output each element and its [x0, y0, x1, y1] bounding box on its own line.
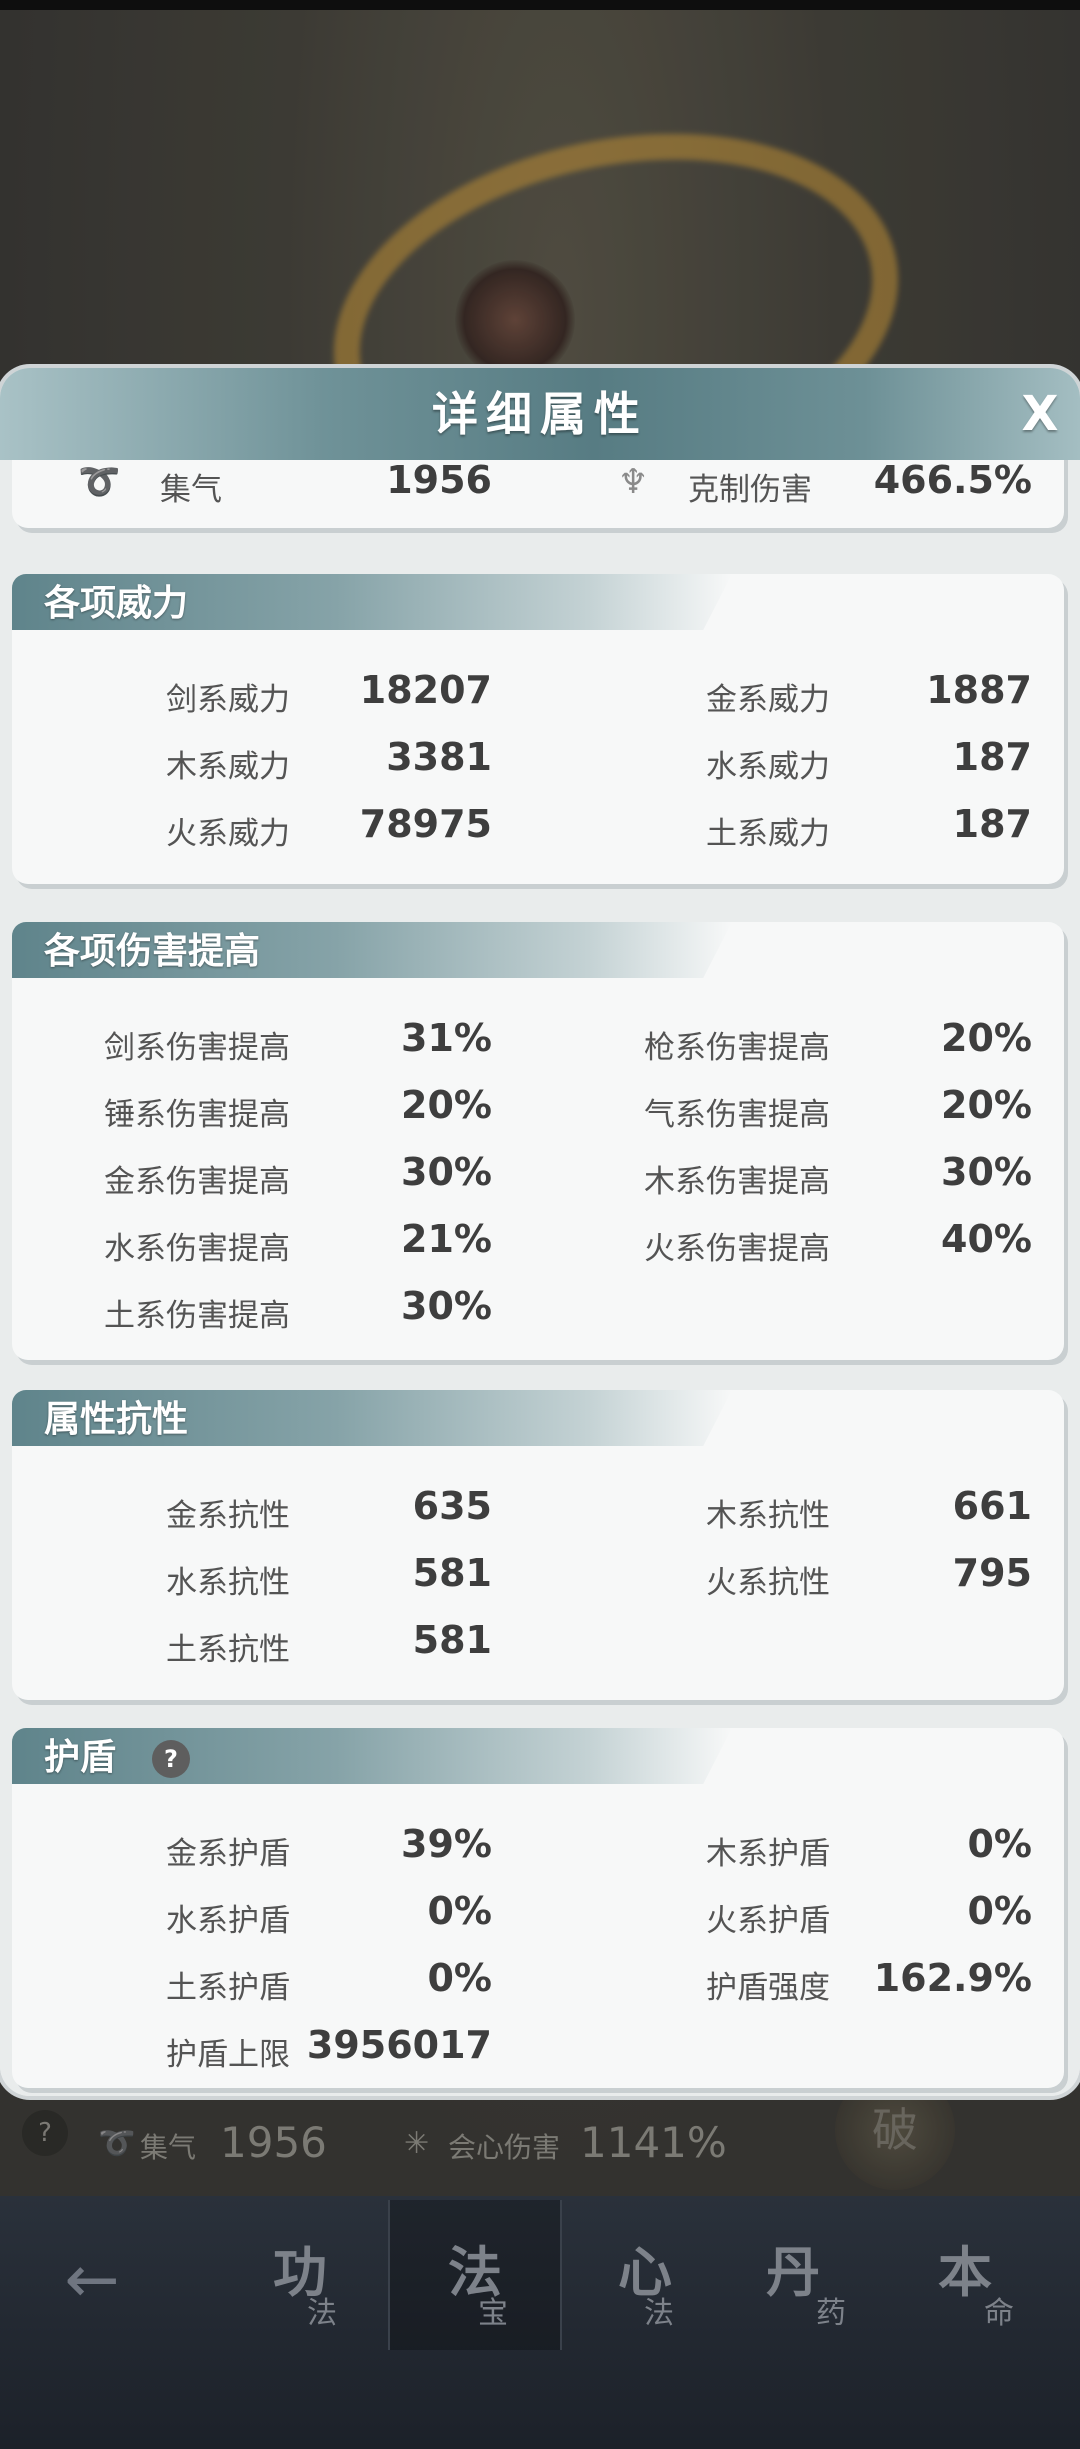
- stat-value: 40%: [941, 1217, 1032, 1261]
- section-title: 各项威力: [44, 583, 189, 624]
- stat-value: 795: [952, 1551, 1032, 1595]
- stat-value: 187: [952, 735, 1032, 779]
- back-arrow-icon[interactable]: ←: [44, 2240, 140, 2320]
- nav-tab-fabao[interactable]: 法 宝: [388, 2200, 562, 2350]
- stat-value: 0%: [967, 1889, 1032, 1933]
- section-header: [12, 1728, 732, 1784]
- stat-value: 187: [952, 802, 1032, 846]
- nav-tab-main-label: 功: [273, 2240, 327, 2304]
- nav-tab-main-label: 法: [448, 2240, 502, 2304]
- stat-value: 3956017: [306, 2023, 492, 2067]
- stat-value: 20%: [941, 1083, 1032, 1127]
- stat-value: 78975: [359, 802, 492, 846]
- close-button[interactable]: X: [1010, 384, 1070, 444]
- section-resistance: 属性抗性 金系抗性 635 木系抗性 661 水系抗性 581 火系抗性 795…: [12, 1390, 1064, 1700]
- nav-tab-gongfa[interactable]: 功 法: [215, 2200, 385, 2350]
- stat-value: 162.9%: [873, 1956, 1032, 2000]
- stat-value: 581: [412, 1618, 492, 1662]
- stat-value: 20%: [401, 1083, 492, 1127]
- section-title: 各项伤害提高: [44, 931, 261, 972]
- nav-tab-main-label: 丹: [766, 2240, 820, 2304]
- section-title: 属性抗性: [44, 1399, 189, 1440]
- nav-tab-sub-label: 法: [644, 2296, 674, 2331]
- shield-help-icon[interactable]: ?: [152, 1740, 190, 1778]
- stat-value: 31%: [401, 1016, 492, 1060]
- stat-value: 0%: [427, 1956, 492, 2000]
- detail-attributes-dialog: 详细属性 X ➰ 集气 1956 ♆ 克制伤害 466.5% 各项威力 剑系威力…: [0, 368, 1080, 2096]
- stat-value: 30%: [401, 1150, 492, 1194]
- stat-value: 0%: [967, 1822, 1032, 1866]
- stat-value: 466.5%: [873, 460, 1032, 502]
- dialog-header: 详细属性 X: [0, 368, 1080, 460]
- stat-value: 18207: [359, 668, 492, 712]
- stat-value: 1887: [926, 668, 1032, 712]
- stat-value: 1956: [386, 460, 492, 502]
- section-damage-boost: 各项伤害提高 剑系伤害提高 31% 枪系伤害提高 20% 锤系伤害提高 20% …: [12, 922, 1064, 1360]
- section-power: 各项威力 剑系威力 18207 金系威力 1887 木系威力 3381 水系威力…: [12, 574, 1064, 884]
- dialog-title: 详细属性: [432, 387, 648, 441]
- stat-value: 30%: [941, 1150, 1032, 1194]
- stat-value: 581: [412, 1551, 492, 1595]
- stat-label: 集气: [160, 472, 222, 508]
- stat-value: 30%: [401, 1284, 492, 1328]
- stat-value: 20%: [941, 1016, 1032, 1060]
- stat-value: 21%: [401, 1217, 492, 1261]
- stat-value: 661: [952, 1484, 1032, 1528]
- stat-value: 3381: [386, 735, 492, 779]
- nav-tab-sub-label: 药: [816, 2296, 846, 2331]
- top-stat-card: ➰ 集气 1956 ♆ 克制伤害 466.5%: [12, 460, 1064, 528]
- stat-value: 39%: [401, 1822, 492, 1866]
- section-shield: 护盾 ? 金系护盾 39% 木系护盾 0% 水系护盾 0% 火系护盾 0% 土系…: [12, 1728, 1064, 2088]
- attributes-scroll-area[interactable]: ➰ 集气 1956 ♆ 克制伤害 466.5% 各项威力 剑系威力 18207 …: [0, 460, 1080, 2096]
- nav-tab-sub-label: 命: [984, 2296, 1014, 2331]
- nav-tab-danyao[interactable]: 丹 药: [708, 2200, 878, 2350]
- nav-tab-sub-label: 宝: [478, 2296, 508, 2331]
- nav-tab-xinfa[interactable]: 心 法: [560, 2200, 730, 2350]
- stat-value: 0%: [427, 1889, 492, 1933]
- nav-tab-sub-label: 法: [307, 2296, 337, 2331]
- nav-tab-benming[interactable]: 本 命: [880, 2200, 1050, 2350]
- nav-tab-main-label: 本: [938, 2240, 992, 2304]
- stat-value: 635: [412, 1484, 492, 1528]
- section-title: 护盾: [44, 1737, 117, 1778]
